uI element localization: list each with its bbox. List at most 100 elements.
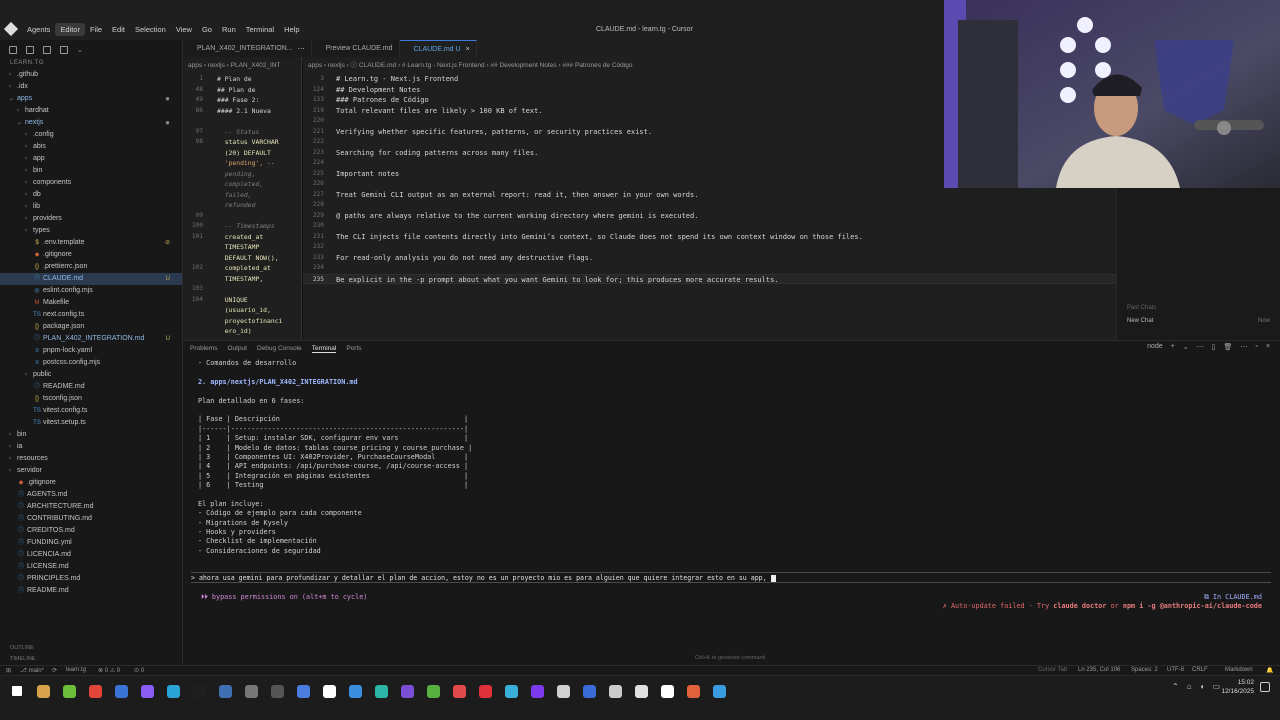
close-icon[interactable]: × — [1266, 343, 1270, 351]
taskbar-app-icon[interactable] — [706, 680, 732, 702]
tab-debug-console[interactable]: Debug Console — [257, 345, 302, 352]
file-item[interactable]: ⓘ PRINCIPLES.md — [0, 573, 182, 585]
folder-item[interactable]: › .idx — [0, 81, 182, 93]
taskbar-app-icon[interactable] — [342, 680, 368, 702]
file-item[interactable]: ⓘ LICENSE.md — [0, 561, 182, 573]
file-item[interactable]: ⓘ PLAN_X402_INTEGRATION.md U — [0, 333, 182, 345]
taskbar-app-icon[interactable] — [602, 680, 628, 702]
more-icon[interactable]: ⋯ — [298, 45, 305, 53]
more-icon[interactable]: ⋯ — [1240, 343, 1247, 351]
files-icon[interactable] — [9, 46, 17, 54]
tab-output[interactable]: Output — [227, 345, 247, 352]
editor-pane-plan[interactable]: apps › nextjs › PLAN_X402_INT 1 # Plan de… — [183, 57, 302, 340]
encoding-status[interactable]: UTF-8 — [1167, 667, 1184, 673]
file-item[interactable]: ⓘ README.md — [0, 381, 182, 393]
notification-icon[interactable] — [1260, 682, 1270, 692]
taskbar-app-icon[interactable] — [498, 680, 524, 702]
explorer-root-label[interactable]: LEARN.TG — [0, 60, 182, 69]
taskbar-app-icon[interactable] — [238, 680, 264, 702]
taskbar-app-icon[interactable] — [212, 680, 238, 702]
taskbar-app-icon[interactable] — [524, 680, 550, 702]
menu-item-file[interactable]: File — [85, 23, 107, 36]
file-item[interactable]: ◎ eslint.config.mjs — [0, 285, 182, 297]
tab-ports[interactable]: Ports — [346, 345, 361, 352]
file-item[interactable]: {} .prettierrc.json — [0, 261, 182, 273]
file-item[interactable]: ⓘ CLAUDE.md U — [0, 273, 182, 285]
file-item[interactable]: ⓘ AGENTS.md — [0, 489, 182, 501]
file-item[interactable]: TS vitest.config.ts — [0, 405, 182, 417]
taskbar-app-icon[interactable] — [264, 680, 290, 702]
project-name[interactable]: learn.tg — [66, 667, 86, 673]
folder-item[interactable]: › hardhat — [0, 105, 182, 117]
maximize-icon[interactable]: ▫ — [1255, 343, 1257, 351]
tab-problems[interactable]: Problems — [190, 345, 217, 352]
folder-item[interactable]: › db — [0, 189, 182, 201]
split-icon[interactable]: ▯ — [1212, 343, 1216, 351]
editor-tab[interactable]: PLAN_X402_INTEGRATION... ⋯ — [183, 40, 312, 57]
indentation-status[interactable]: Spaces: 2 — [1131, 667, 1158, 673]
taskbar-app-icon[interactable] — [628, 680, 654, 702]
file-item[interactable]: ⓘ README.md — [0, 585, 182, 597]
folder-item[interactable]: › components — [0, 177, 182, 189]
taskbar-app-icon[interactable] — [472, 680, 498, 702]
taskbar-app-icon[interactable] — [290, 680, 316, 702]
taskbar-app-icon[interactable] — [30, 680, 56, 702]
file-item[interactable]: ⓘ CREDITOS.md — [0, 525, 182, 537]
source-control-icon[interactable] — [26, 46, 34, 54]
bell-icon[interactable]: 🔔 — [1266, 667, 1273, 674]
folder-item[interactable]: › types — [0, 225, 182, 237]
taskbar-app-icon[interactable] — [654, 680, 680, 702]
folder-item[interactable]: › .github — [0, 69, 182, 81]
taskbar-app-icon[interactable] — [420, 680, 446, 702]
menu-item-selection[interactable]: Selection — [130, 23, 171, 36]
extensions-icon[interactable] — [60, 46, 68, 54]
breadcrumb[interactable]: apps › nextjs › PLAN_X402_INT — [183, 57, 301, 74]
taskbar-app-icon[interactable] — [394, 680, 420, 702]
branch-status[interactable]: ⎇ main* — [20, 667, 44, 674]
editor-tab[interactable]: Preview CLAUDE.md — [311, 40, 400, 57]
timeline-section[interactable]: TIMELINE — [10, 654, 183, 665]
taskbar-app-icon[interactable] — [108, 680, 134, 702]
cursor-tab-status[interactable]: Cursor Tab — [1038, 667, 1067, 673]
file-item[interactable]: TS next.config.ts — [0, 309, 182, 321]
taskbar-app-icon[interactable] — [316, 680, 342, 702]
file-item[interactable]: ◆ .gitignore — [0, 477, 182, 489]
eol-status[interactable]: CRLF — [1192, 667, 1208, 673]
tab-terminal[interactable]: Terminal — [311, 345, 337, 353]
file-item[interactable]: {} tsconfig.json — [0, 393, 182, 405]
file-item[interactable]: TS vitest.setup.ts — [0, 417, 182, 429]
folder-item[interactable]: ⌄ nextjs ● — [0, 117, 182, 129]
outline-section[interactable]: OUTLINE — [10, 643, 183, 654]
menu-item-run[interactable]: Run — [217, 23, 241, 36]
taskbar-app-icon[interactable] — [368, 680, 394, 702]
menu-item-agents[interactable]: Agents — [22, 23, 55, 36]
file-item[interactable]: ⓘ FUNDING.yml — [0, 537, 182, 549]
folder-item[interactable]: › public — [0, 369, 182, 381]
chevron-down-icon[interactable]: ⌄ — [1183, 343, 1189, 351]
file-item[interactable]: ⓘ LICENCIA.md — [0, 549, 182, 561]
ports-status[interactable]: ⊙ 0 — [134, 667, 144, 674]
language-mode[interactable]: Markdown — [1225, 667, 1253, 673]
folder-item[interactable]: ⌄ apps ● — [0, 93, 182, 105]
menu-item-terminal[interactable]: Terminal — [241, 23, 279, 36]
problems-status[interactable]: ⊗ 0 ⚠ 0 — [98, 667, 120, 674]
battery-icon[interactable]: ▭ — [1212, 682, 1220, 691]
menu-item-go[interactable]: Go — [197, 23, 217, 36]
sync-icon[interactable]: ⟳ — [52, 667, 57, 674]
editor-tab[interactable]: CLAUDE.md U × — [399, 40, 477, 57]
chevron-up-icon[interactable]: ⌃ — [1172, 682, 1179, 691]
taskbar-app-icon[interactable] — [576, 680, 602, 702]
taskbar-app-icon[interactable] — [82, 680, 108, 702]
menu-item-view[interactable]: View — [171, 23, 197, 36]
file-item[interactable]: ⓘ CONTRIBUTING.md — [0, 513, 182, 525]
file-item[interactable]: M Makefile — [0, 297, 182, 309]
file-item[interactable]: ≡ postcss.config.mjs — [0, 357, 182, 369]
taskbar-app-icon[interactable] — [186, 680, 212, 702]
folder-item[interactable]: › .config — [0, 129, 182, 141]
search-icon[interactable] — [43, 46, 51, 54]
folder-item[interactable]: › servidor — [0, 465, 182, 477]
folder-item[interactable]: › app — [0, 153, 182, 165]
folder-item[interactable]: › bin — [0, 429, 182, 441]
taskbar-app-icon[interactable] — [134, 680, 160, 702]
file-item[interactable]: $ .env.template ⊘ — [0, 237, 182, 249]
